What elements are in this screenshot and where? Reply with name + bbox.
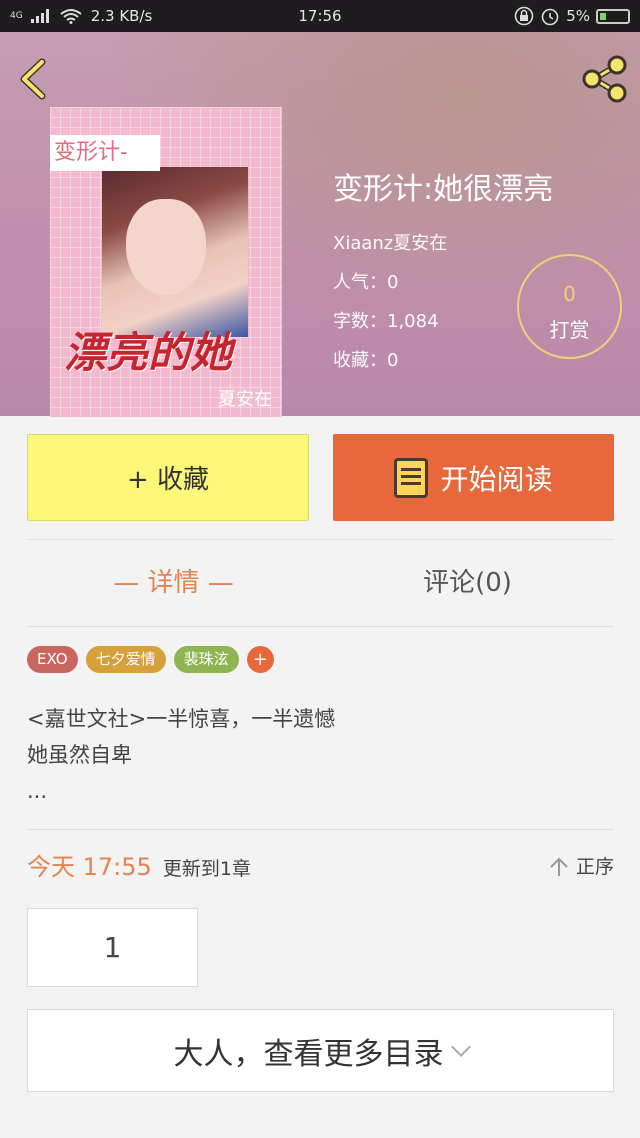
arrow-up-icon: [550, 857, 568, 876]
update-row: 今天 17:55 更新到1章 正序: [27, 848, 614, 886]
description-line: <嘉世文社>一半惊喜，一半遗憾: [27, 707, 336, 731]
book-title: 变形计:她很漂亮: [333, 172, 554, 207]
chapter-item[interactable]: 1: [27, 908, 198, 987]
share-button[interactable]: [580, 54, 630, 104]
chevron-left-icon: [20, 58, 46, 100]
tag-exo[interactable]: EXO: [27, 646, 78, 673]
more-catalog-button[interactable]: 大人，查看更多目录: [27, 1009, 614, 1092]
cover-author: 夏安在: [218, 389, 272, 410]
sort-order-label: 正序: [575, 856, 614, 878]
back-button[interactable]: [14, 56, 54, 102]
divider: [27, 829, 614, 830]
battery-icon: [596, 8, 630, 24]
more-catalog-label: 大人，查看更多目录: [173, 1036, 444, 1072]
update-time: 今天 17:55: [27, 853, 152, 881]
wifi-icon: [60, 9, 82, 24]
network-type: 4G: [10, 10, 23, 21]
book-description[interactable]: <嘉世文社>一半惊喜，一半遗憾 她虽然自卑 ...: [27, 701, 614, 809]
cover-face: [126, 199, 206, 295]
description-line: 她虽然自卑: [27, 743, 132, 767]
update-text: 更新到1章: [162, 858, 251, 880]
tab-detail[interactable]: — 详情 —: [27, 555, 320, 611]
battery-percent: 5%: [566, 7, 590, 25]
tab-comments[interactable]: 评论(0): [321, 555, 614, 611]
alarm-icon: [541, 8, 559, 26]
tag-irene[interactable]: 裴珠泫: [173, 646, 239, 673]
book-info: 变形计:她很漂亮 Xiaanz夏安在 人气：0 字数：1,084 收藏：0: [333, 164, 553, 380]
tag-qixi-love[interactable]: 七夕爱情: [85, 646, 166, 673]
start-reading-button[interactable]: 开始阅读: [333, 434, 614, 521]
status-bar: 4G 2.3 KB/s 17:56 5%: [0, 0, 640, 32]
lock-icon: [514, 6, 534, 26]
share-icon: [582, 55, 627, 103]
reward-button[interactable]: 0 打赏: [517, 254, 622, 359]
start-reading-label: 开始阅读: [440, 462, 553, 496]
divider: [27, 626, 614, 627]
signal-icon: [30, 9, 49, 23]
cover-tag: 变形计-: [50, 135, 160, 171]
book-header: 变形计- 漂亮的她 夏安在 变形计:她很漂亮 Xiaanz夏安在 人气：0 字数…: [0, 32, 640, 417]
description-ellipsis: ...: [27, 779, 48, 803]
favorite-button[interactable]: + 收藏: [27, 434, 309, 521]
clock: 17:56: [298, 7, 342, 25]
chevron-down-icon: [450, 1036, 471, 1057]
add-tag-button[interactable]: +: [246, 646, 274, 673]
divider: [27, 539, 614, 540]
book-cover[interactable]: 变形计- 漂亮的她 夏安在: [50, 107, 282, 417]
sort-order-button[interactable]: 正序: [548, 848, 614, 886]
book-icon: [394, 457, 429, 498]
book-author[interactable]: Xiaanz夏安在: [333, 224, 553, 263]
cover-title: 漂亮的她: [64, 328, 233, 377]
reward-label: 打赏: [549, 318, 590, 342]
network-speed: 2.3 KB/s: [90, 7, 153, 25]
book-favorites: 收藏：0: [333, 350, 399, 371]
reward-count: 0: [563, 282, 576, 306]
tag-list: EXO 七夕爱情 裴珠泫 +: [27, 646, 274, 673]
